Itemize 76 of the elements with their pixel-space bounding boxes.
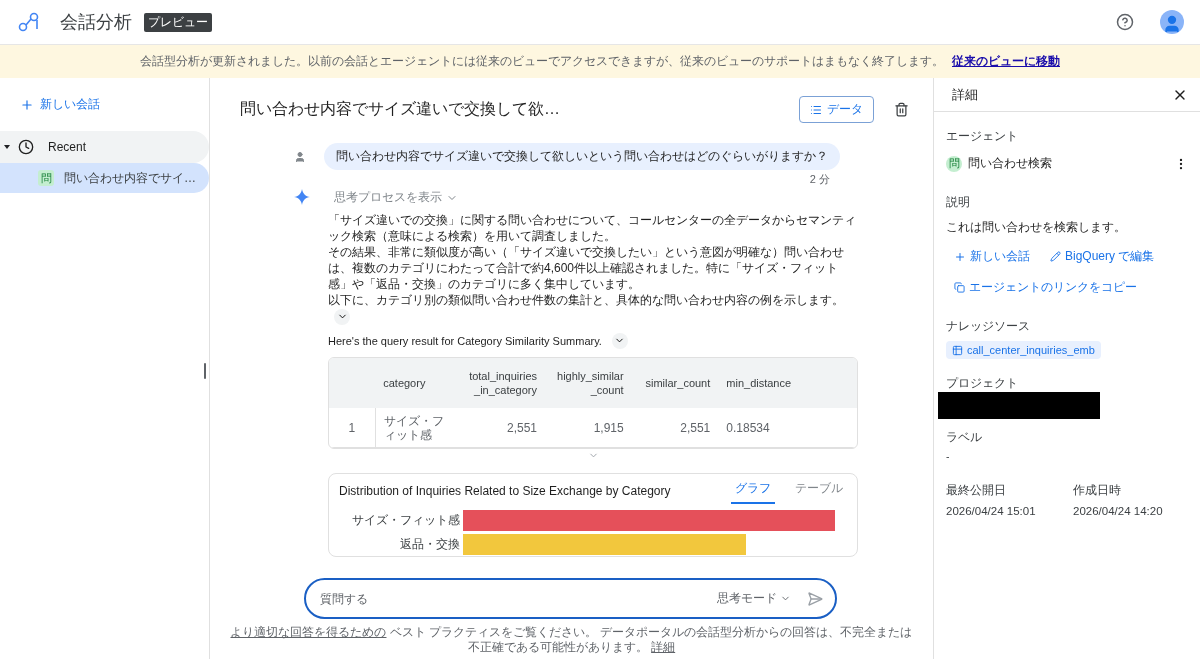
banner-text: 会話型分析が更新されました。以前の会話とエージェントには従来のビューでアクセスできますが、従来のビューのサポートはまもなく終了します。 (140, 53, 944, 70)
column-header: highly_similar_count (545, 357, 632, 408)
expand-button[interactable] (334, 308, 350, 325)
description-label: 説明 (946, 194, 971, 211)
agent-name: 問い合わせ検索 (968, 155, 1053, 172)
legacy-view-link[interactable]: 従来のビューに移動 (952, 53, 1060, 70)
knowledge-label: ナレッジソース (946, 318, 1031, 335)
description-text: これは問い合わせを検索します。 (946, 219, 1127, 236)
chart-tab[interactable]: テーブル (791, 478, 847, 505)
agent-badge: 問 (38, 170, 54, 186)
edit-button[interactable]: BigQuery で編集 (1050, 248, 1155, 265)
user-icon (294, 150, 306, 163)
table-cell: 0.18534 (718, 407, 857, 448)
message-time: 2 分 (809, 172, 830, 187)
question-field[interactable]: 質問する 思考モード (304, 578, 837, 619)
mode-dropdown[interactable]: 思考モード (711, 589, 797, 608)
new-chat-button[interactable]: 新しい会話 (20, 92, 100, 117)
send-icon[interactable] (807, 590, 823, 607)
question-bubble: 問い合わせ内容でサイズ違いで交換して欲しいという問い合わせはどのぐらいがりますか？ (324, 143, 840, 170)
chart-title: Distribution of Inquiries Related to Size Exchange by Category (339, 484, 672, 499)
conversation-label: 問い合わせ内容でサイ… (64, 169, 196, 187)
table-cell: サイズ・フィット感 (375, 407, 459, 448)
bar-label: 返品・交換 (399, 535, 461, 553)
column-header: category (375, 357, 459, 408)
expand-button[interactable] (611, 332, 628, 349)
table-cell: 1,915 (545, 407, 632, 448)
preview-badge: プレビュー (144, 12, 212, 32)
details-link[interactable]: 詳細 (651, 640, 676, 654)
knowledge-source-chip[interactable]: call_center_inquiries_emb (946, 341, 1101, 359)
column-header: similar_count (631, 357, 719, 408)
sparkle-icon (294, 189, 310, 205)
date-label: 最終公開日 (946, 482, 1007, 499)
disclaimer-text: より適切な回答を得るための ベスト プラクティスをご覧ください。 データポータルの会話型分析からの回答は、不完全または不正確である可能性があります。 詳細 (229, 625, 914, 655)
date-value: 2026/04/24 14:20 (1073, 505, 1164, 517)
clock-icon (18, 139, 34, 155)
section-label: Recent (48, 140, 87, 154)
conversation-title: 問い合わせ内容でサイズ違いで交換して欲… (240, 99, 561, 119)
conversation-item[interactable]: 問 問い合わせ内容でサイ… (0, 163, 209, 193)
column-header: total_inquiries_in_category (458, 357, 545, 408)
date-value: 2026/04/24 15:01 (946, 505, 1037, 517)
column-header: min_distance (718, 357, 857, 408)
table-cell: 2,551 (631, 407, 719, 448)
chart-tab[interactable]: グラフ (731, 478, 775, 505)
plus-icon (954, 250, 966, 263)
thinking-toggle[interactable]: 思考プロセスを表示 (328, 189, 464, 206)
date-label: 作成日時 (1073, 482, 1122, 499)
answer-paragraph: 以下に、カテゴリ別の類似問い合わせ件数の集計と、具体的な問い合わせ内容の例を示します。 (328, 292, 858, 325)
table-cell: 2,551 (458, 407, 545, 448)
plus-icon (20, 97, 34, 112)
row-index: 1 (329, 407, 376, 448)
bar-label: サイズ・フィット感 (351, 511, 461, 529)
copy-icon (954, 282, 965, 293)
list-icon (810, 103, 822, 116)
delete-icon[interactable] (894, 102, 909, 117)
label-value: - (946, 450, 951, 462)
recent-section[interactable]: Recent (0, 131, 209, 163)
copy-link-button[interactable]: エージェントのリンクをコピー (954, 279, 1137, 296)
answer-paragraph: 「サイズ違いでの交換」に関する問い合わせについて、コールセンターの全データからセマンティック検索（意味による検索）を用いて調査しました。 (328, 212, 857, 244)
help-icon[interactable] (1116, 13, 1134, 31)
new-chat-button[interactable]: 新しい会話 (954, 248, 1030, 265)
app-title: 会話分析 (60, 11, 132, 34)
project-label: プロジェクト (946, 375, 1019, 392)
answer-paragraph: その結果、非常に類似度が高い（「サイズ違いで交換したい」という意図が明確な）問い合わせは、複数のカテゴリにわたって合計で約4,600件以上確認されました。特に「サイズ・フィット感」や「返品・交換」のカテゴリに多く集中しています。 (328, 244, 845, 292)
best-practices-link[interactable]: より適切な回答を得るための (230, 625, 387, 639)
pencil-icon (1050, 251, 1061, 262)
agent-badge: 問 (946, 155, 962, 172)
caret-icon (4, 145, 10, 149)
logo-icon (18, 11, 40, 33)
label-heading: ラベル (946, 429, 983, 446)
resize-handle[interactable] (204, 363, 206, 379)
data-button[interactable]: データ (799, 96, 874, 123)
avatar-icon[interactable] (1160, 10, 1184, 34)
table-icon (952, 344, 963, 356)
query-note: Here's the query result for Category Similarity Summary. (328, 334, 602, 347)
panel-title: 詳細 (952, 85, 978, 104)
agent-label: エージェント (946, 128, 1019, 145)
